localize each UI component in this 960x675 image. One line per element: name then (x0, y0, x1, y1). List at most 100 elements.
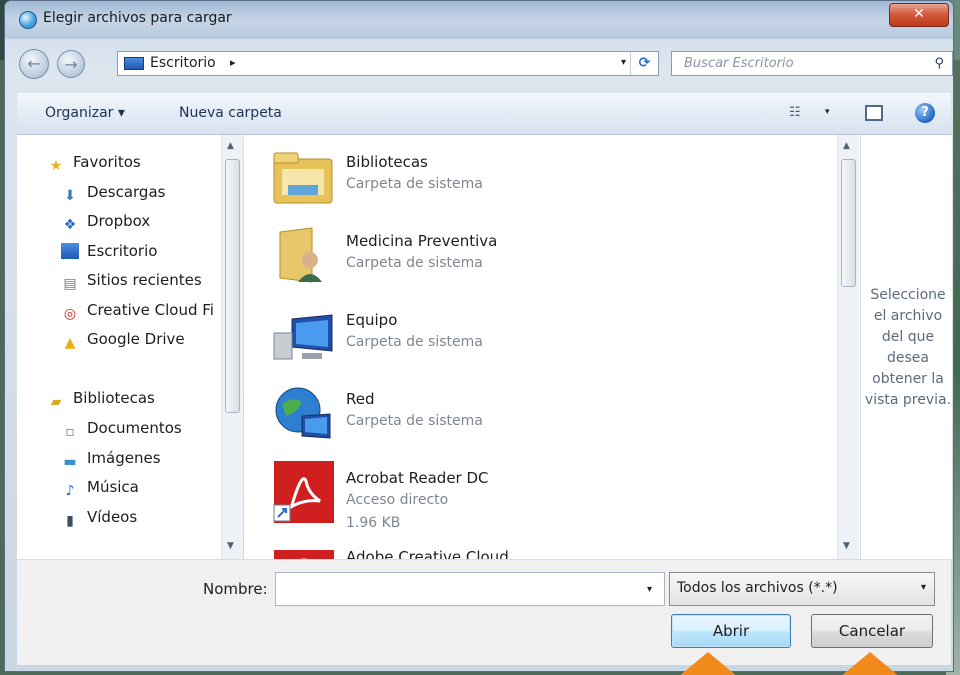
sidebar-item-desktop[interactable]: Escritorio (61, 242, 157, 266)
sidebar-item-label: Google Drive (87, 330, 185, 348)
file-name: Equipo (346, 311, 398, 329)
user-folder-icon (279, 227, 322, 283)
sidebar-item-label: Bibliotecas (73, 389, 155, 407)
file-type: Carpeta de sistema (346, 176, 483, 192)
sidebar-item-label: Sitios recientes (87, 271, 202, 289)
scroll-up-icon[interactable]: ▲ (227, 141, 234, 151)
cancel-button[interactable]: Cancelar (811, 614, 933, 648)
search-icon[interactable]: ⚲ (934, 56, 944, 71)
list-item[interactable]: Equipo Carpeta de sistema (268, 293, 828, 371)
search-placeholder: Buscar Escritorio (684, 56, 794, 71)
dialog-footer: Nombre: ▾ Todos los archivos (*.*) ▾ Abr… (17, 559, 951, 665)
preview-message: Seleccione el archivo del que desea obte… (864, 287, 952, 408)
forward-button[interactable]: → (57, 50, 85, 78)
desktop-icon (61, 243, 79, 259)
sidebar-item-music[interactable]: ♪ Música (61, 478, 139, 502)
sidebar-item-label: Escritorio (87, 242, 158, 260)
sidebar-item-label: Creative Cloud Fi (87, 301, 214, 319)
libraries-icon: ▰ (50, 394, 62, 410)
file-list-scrollbar[interactable]: ▲ ▼ (837, 135, 859, 559)
scroll-up-icon[interactable]: ▲ (843, 141, 850, 151)
organize-menu[interactable]: Organizar ▾ (45, 105, 125, 121)
open-button[interactable]: Abrir (671, 614, 791, 648)
file-type: Carpeta de sistema (346, 255, 483, 271)
sidebar-item-downloads[interactable]: ⬇ Descargas (61, 183, 165, 207)
browser-app-icon (19, 11, 37, 29)
creative-cloud-app-icon (274, 550, 334, 559)
sidebar-item-label: Música (87, 478, 139, 496)
address-dropdown-icon[interactable]: ▾ (621, 57, 626, 68)
nav-pane-scrollbar[interactable]: ▲ ▼ (221, 135, 243, 559)
documents-icon: ▫ (65, 424, 75, 440)
file-name: Adobe Creative Cloud (346, 548, 509, 559)
file-type-select[interactable]: Todos los archivos (*.*) ▾ (669, 572, 935, 606)
view-options-dropdown-icon[interactable]: ▾ (825, 107, 830, 117)
annotation-arrow (672, 652, 744, 675)
scroll-down-icon[interactable]: ▼ (227, 541, 234, 551)
window-title: Elegir archivos para cargar (43, 10, 232, 26)
back-button[interactable]: ← (19, 49, 49, 79)
close-button[interactable]: ✕ (889, 3, 949, 27)
list-item[interactable]: Adobe Creative Cloud (268, 530, 828, 559)
list-item[interactable]: Red Carpeta de sistema (268, 372, 828, 450)
sidebar-item-label: Descargas (87, 183, 166, 201)
title-bar: Elegir archivos para cargar ✕ (5, 1, 953, 39)
list-item[interactable]: Bibliotecas Carpeta de sistema (268, 135, 828, 213)
network-icon (275, 387, 331, 439)
file-type-value: Todos los archivos (*.*) (677, 580, 838, 596)
preview-pane: Seleccione el archivo del que desea obte… (860, 135, 952, 559)
sidebar-item-label: Dropbox (87, 212, 151, 230)
filename-input[interactable] (275, 572, 665, 606)
videos-icon: ▮ (66, 513, 74, 529)
sidebar-item-libraries[interactable]: ▰ Bibliotecas (47, 389, 155, 413)
dropbox-icon: ❖ (63, 217, 77, 233)
help-icon[interactable]: ? (915, 103, 935, 123)
refresh-button[interactable]: ⟳ (630, 52, 658, 75)
sidebar-item-dropbox[interactable]: ❖ Dropbox (61, 212, 150, 236)
google-drive-icon: ▲ (64, 335, 76, 351)
list-item[interactable]: Acrobat Reader DC Acceso directo 1.96 KB (268, 451, 828, 531)
address-bar[interactable]: Escritorio ▸ ▾ ⟳ (117, 51, 659, 76)
sidebar-item-videos[interactable]: ▮ Vídeos (61, 508, 137, 532)
list-item[interactable]: Medicina Preventiva Carpeta de sistema (268, 214, 828, 292)
file-list: Bibliotecas Carpeta de sistema Medicina … (244, 135, 860, 559)
sidebar-item-label: Vídeos (87, 508, 138, 526)
file-type: Carpeta de sistema (346, 334, 483, 350)
file-name: Medicina Preventiva (346, 232, 498, 250)
address-location[interactable]: Escritorio (150, 55, 216, 71)
recent-places-icon: ▤ (63, 276, 77, 292)
libraries-folder-icon (273, 152, 333, 204)
file-name: Acrobat Reader DC (346, 469, 489, 487)
breadcrumb-chevron-icon[interactable]: ▸ (230, 56, 236, 69)
navigation-bar: ← → Escritorio ▸ ▾ ⟳ Buscar Escritorio ⚲ (5, 45, 953, 81)
scroll-down-icon[interactable]: ▼ (843, 541, 850, 551)
sidebar-item-recent-places[interactable]: ▤ Sitios recientes (61, 271, 202, 295)
sidebar-item-creative-cloud[interactable]: ◎ Creative Cloud Fi (61, 301, 231, 325)
file-open-dialog: Elegir archivos para cargar ✕ ← → Escrit… (4, 0, 954, 672)
acrobat-icon (273, 461, 334, 523)
change-view-icon[interactable]: ☷ (789, 105, 801, 120)
preview-pane-toggle-icon[interactable] (865, 105, 883, 121)
sidebar-item-label: Documentos (87, 419, 182, 437)
sidebar-item-favorites[interactable]: ★ Favoritos (47, 153, 141, 177)
file-name: Red (346, 390, 375, 408)
new-folder-button[interactable]: Nueva carpeta (179, 105, 282, 121)
filename-label: Nombre: (203, 580, 268, 598)
scrollbar-thumb[interactable] (841, 159, 856, 287)
chevron-down-icon[interactable]: ▾ (921, 582, 926, 593)
sidebar-item-documents[interactable]: ▫ Documentos (61, 419, 182, 443)
music-icon: ♪ (65, 483, 75, 499)
navigation-pane: ★ Favoritos ⬇ Descargas ❖ Dropbox Escritori… (17, 135, 243, 559)
search-box[interactable]: Buscar Escritorio ⚲ (671, 51, 953, 76)
computer-icon (273, 314, 333, 360)
command-toolbar: Organizar ▾ Nueva carpeta ☷ ▾ ? (17, 93, 951, 135)
scrollbar-thumb[interactable] (225, 159, 240, 413)
annotation-arrow (834, 652, 906, 675)
downloads-icon: ⬇ (64, 188, 76, 204)
file-type: Acceso directo (346, 492, 449, 508)
pictures-icon: ▬ (63, 454, 77, 470)
sidebar-item-pictures[interactable]: ▬ Imágenes (61, 449, 161, 473)
sidebar-item-label: Imágenes (87, 449, 161, 467)
creative-cloud-icon: ◎ (63, 306, 77, 322)
sidebar-item-google-drive[interactable]: ▲ Google Drive (61, 330, 185, 354)
